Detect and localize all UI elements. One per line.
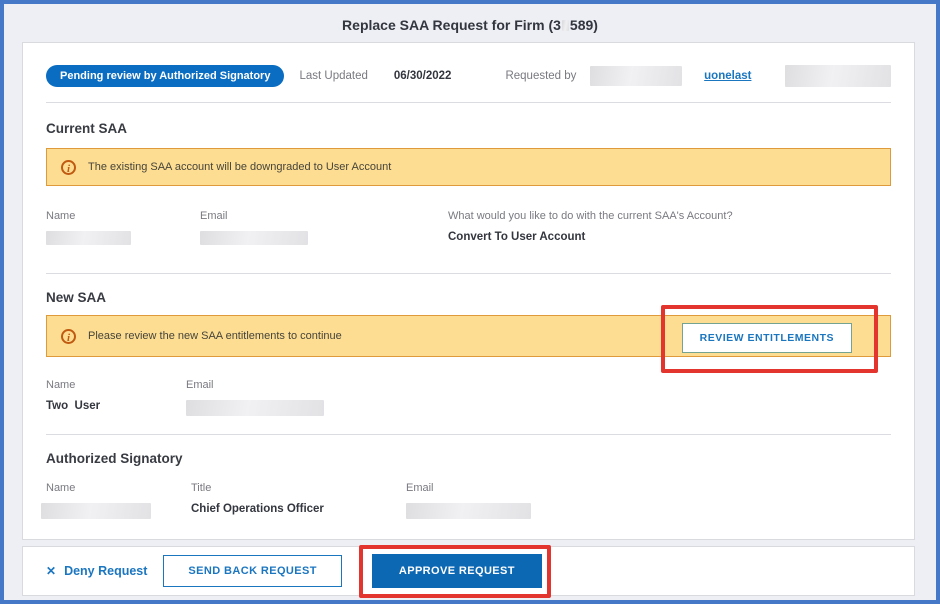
info-icon: i [61, 160, 76, 175]
new-saa-info-banner: i Please review the new SAA entitlements… [46, 315, 891, 357]
review-entitlements-button[interactable]: REVIEW ENTITLEMENTS [682, 323, 852, 353]
last-updated-value: 06/30/2022 [394, 70, 452, 82]
new-saa-name-value: Two User [46, 400, 186, 412]
approve-request-wrap: APPROVE REQUEST [372, 554, 542, 588]
deny-request-label: Deny Request [64, 564, 147, 578]
requested-by-username-link[interactable]: uonelast [704, 70, 751, 82]
deny-x-icon: ✕ [46, 564, 56, 578]
signatory-name-redacted [41, 503, 151, 519]
new-saa-name-field: Name Two User [46, 379, 186, 416]
page-title-part1: Replace SAA Request for Firm (3 [342, 17, 561, 33]
new-saa-section: New SAA i Please review the new SAA enti… [46, 290, 891, 435]
email-label: Email [186, 379, 891, 391]
new-saa-email-field: Email [186, 379, 891, 416]
current-saa-name-redacted [46, 231, 131, 245]
status-badge: Pending review by Authorized Signatory [46, 65, 284, 87]
review-entitlements-wrap: REVIEW ENTITLEMENTS [682, 323, 852, 353]
name-label: Name [46, 482, 191, 494]
action-footer-bar: ✕ Deny Request SEND BACK REQUEST APPROVE… [22, 546, 915, 596]
current-saa-name-field: Name [46, 210, 200, 245]
deny-request-link[interactable]: ✕ Deny Request [46, 564, 147, 578]
current-saa-section: Current SAA i The existing SAA account w… [46, 121, 891, 274]
new-saa-heading: New SAA [46, 290, 891, 305]
requested-by-extra-redacted [785, 65, 891, 87]
email-label: Email [406, 482, 891, 494]
page-title: Replace SAA Request for Firm (3 589) [4, 17, 936, 33]
title-redaction [562, 20, 569, 31]
requested-by-label: Requested by [505, 70, 576, 82]
request-card: Pending review by Authorized Signatory L… [22, 42, 915, 540]
request-header-row: Pending review by Authorized Signatory L… [46, 43, 891, 103]
info-icon: i [61, 329, 76, 344]
name-label: Name [46, 210, 200, 222]
signatory-email-redacted [406, 503, 531, 519]
requested-by-name-redacted [590, 66, 682, 86]
current-saa-email-redacted [200, 231, 308, 245]
send-back-request-button[interactable]: SEND BACK REQUEST [163, 555, 341, 587]
app-window: Replace SAA Request for Firm (3 589) Pend… [0, 0, 940, 604]
authorized-signatory-fields: Name Title Chief Operations Officer Emai… [46, 482, 891, 519]
authorized-signatory-section: Authorized Signatory Name Title Chief Op… [46, 451, 891, 519]
new-saa-fields: Name Two User Email [46, 379, 891, 435]
current-saa-info-banner: i The existing SAA account will be downg… [46, 148, 891, 186]
current-saa-fields: Name Email What would you like to do wit… [46, 210, 891, 274]
current-saa-email-field: Email [200, 210, 448, 245]
email-label: Email [200, 210, 448, 222]
signatory-email-field: Email [406, 482, 891, 519]
page-title-part2: 589) [570, 17, 598, 33]
current-saa-question-field: What would you like to do with the curre… [448, 210, 891, 245]
current-saa-banner-text: The existing SAA account will be downgra… [88, 161, 391, 173]
new-saa-email-redacted [186, 400, 324, 416]
signatory-name-field: Name [46, 482, 191, 519]
title-label: Title [191, 482, 406, 494]
approve-request-button[interactable]: APPROVE REQUEST [372, 554, 542, 588]
last-updated-label: Last Updated [299, 70, 367, 82]
new-saa-banner-text: Please review the new SAA entitlements t… [88, 330, 342, 342]
authorized-signatory-heading: Authorized Signatory [46, 451, 891, 466]
signatory-title-value: Chief Operations Officer [191, 503, 406, 515]
question-answer: Convert To User Account [448, 231, 891, 243]
name-label: Name [46, 379, 186, 391]
current-saa-heading: Current SAA [46, 121, 891, 136]
signatory-title-field: Title Chief Operations Officer [191, 482, 406, 519]
question-label: What would you like to do with the curre… [448, 210, 891, 222]
